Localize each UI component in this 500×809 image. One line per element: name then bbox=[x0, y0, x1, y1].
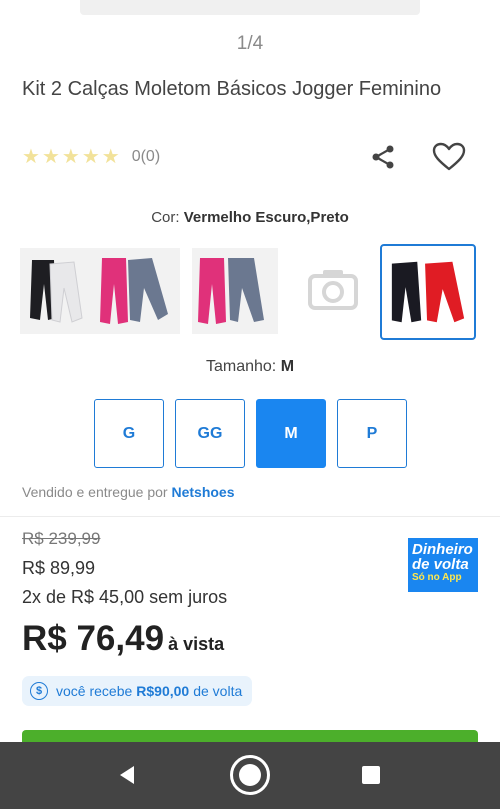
thumbnail-pink-grey-pants[interactable] bbox=[94, 248, 180, 334]
home-button[interactable] bbox=[230, 755, 270, 795]
size-label: Tamanho: M bbox=[0, 358, 500, 376]
image-counter: 1/4 bbox=[236, 33, 264, 54]
recent-apps-icon[interactable] bbox=[362, 766, 380, 784]
cashback-suffix: de volta bbox=[193, 683, 243, 699]
cashback-badge-line2: de volta bbox=[412, 556, 469, 573]
size-option-p[interactable]: P bbox=[337, 399, 407, 468]
cashback-badge-line3: Só no App bbox=[412, 572, 462, 583]
back-icon[interactable] bbox=[116, 764, 138, 786]
home-icon bbox=[239, 764, 261, 786]
cashback-badge: Dinheiro de volta Só no App bbox=[408, 538, 478, 592]
installment-info: 2x de R$ 45,00 sem juros bbox=[22, 587, 228, 607]
favorite-button[interactable] bbox=[430, 138, 468, 176]
final-price-suffix: à vista bbox=[168, 634, 225, 654]
product-rating[interactable]: ★ ★ ★ ★ ★ 0(0) bbox=[22, 146, 160, 168]
black-red-pants-image bbox=[386, 250, 470, 334]
thumbnail-no-image[interactable] bbox=[290, 248, 376, 334]
pink-grey-pants-image bbox=[94, 248, 180, 334]
thumbnail-pink-grey-pants-2[interactable] bbox=[192, 248, 278, 334]
camera-icon bbox=[308, 270, 358, 310]
star-icon: ★ bbox=[81, 146, 100, 168]
color-value: Vermelho Escuro,Preto bbox=[183, 209, 349, 226]
cashback-prefix: você recebe bbox=[56, 683, 133, 699]
thumbnail-black-red-pants[interactable] bbox=[380, 244, 476, 340]
final-price-value: R$ 76,49 bbox=[22, 619, 165, 658]
color-thumbnails bbox=[20, 244, 480, 342]
color-label: Cor: Vermelho Escuro,Preto bbox=[0, 209, 500, 226]
current-price: R$ 89,99 bbox=[22, 558, 96, 578]
product-title: Kit 2 Calças Moletom Básicos Jogger Femi… bbox=[22, 78, 442, 100]
dollar-coin-icon: $ bbox=[30, 682, 48, 700]
star-icon: ★ bbox=[101, 146, 120, 168]
star-icon: ★ bbox=[61, 146, 80, 168]
android-navigation-bar bbox=[0, 742, 500, 809]
rating-stars: ★ ★ ★ ★ ★ bbox=[22, 146, 120, 168]
size-option-g[interactable]: G bbox=[94, 399, 164, 468]
size-options: G GG M P bbox=[94, 399, 407, 468]
share-icon bbox=[372, 145, 394, 169]
seller-link[interactable]: Netshoes bbox=[171, 484, 234, 500]
rating-count: 0(0) bbox=[131, 148, 161, 165]
size-label-prefix: Tamanho: bbox=[205, 358, 277, 375]
heart-icon bbox=[432, 142, 466, 171]
seller-prefix: Vendido e entregue por bbox=[22, 484, 168, 500]
final-price: R$ 76,49 à vista bbox=[22, 619, 224, 659]
share-button[interactable] bbox=[366, 140, 400, 174]
star-icon: ★ bbox=[41, 146, 60, 168]
star-icon: ★ bbox=[22, 146, 40, 168]
product-image-strip[interactable] bbox=[80, 0, 420, 15]
size-option-gg[interactable]: GG bbox=[175, 399, 245, 468]
size-value: M bbox=[280, 358, 295, 375]
old-price: R$ 239,99 bbox=[22, 529, 101, 548]
size-option-m[interactable]: M bbox=[256, 399, 326, 468]
divider bbox=[0, 516, 500, 517]
cashback-info[interactable]: $ você recebe R$90,00 de volta bbox=[22, 676, 253, 706]
pink-grey-pants-image bbox=[192, 248, 278, 334]
seller-info: Vendido e entregue por Netshoes bbox=[22, 484, 235, 500]
cashback-amount: R$90,00 bbox=[136, 683, 190, 699]
color-label-prefix: Cor: bbox=[151, 209, 180, 226]
